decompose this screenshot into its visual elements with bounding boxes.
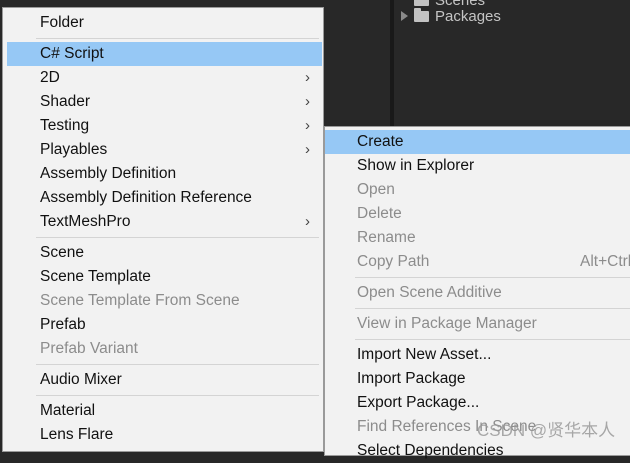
menu-item-assembly-definition-reference[interactable]: Assembly Definition Reference bbox=[7, 186, 322, 210]
menu-item-label: Open Scene Additive bbox=[357, 284, 502, 301]
menu-item-label: Shader bbox=[40, 93, 90, 110]
tree-item-packages[interactable]: Packages bbox=[398, 6, 501, 26]
menu-item-label: Scene Template From Scene bbox=[40, 292, 240, 309]
submenu-arrow-icon: › bbox=[305, 117, 310, 134]
menu-item-rename: Rename bbox=[325, 226, 630, 250]
menu-separator bbox=[36, 38, 319, 39]
tree-item-label: Packages bbox=[435, 7, 501, 25]
menu-item-label: Testing bbox=[40, 117, 90, 134]
menu-item-label: Assembly Definition bbox=[40, 165, 177, 182]
menu-item-audio-mixer[interactable]: Audio Mixer bbox=[7, 368, 322, 392]
menu-separator bbox=[36, 364, 319, 365]
menu-item-export-package[interactable]: Export Package... bbox=[325, 391, 630, 415]
menu-item-label: Prefab Variant bbox=[40, 340, 138, 357]
menu-item-label: Select Dependencies bbox=[357, 442, 504, 459]
menu-item-textmeshpro[interactable]: TextMeshPro › bbox=[7, 210, 322, 234]
menu-item-assembly-definition[interactable]: Assembly Definition bbox=[7, 162, 322, 186]
menu-item-label: Folder bbox=[40, 14, 84, 31]
menu-item-scene-template-from-scene: Scene Template From Scene bbox=[7, 289, 322, 313]
menu-item-playables[interactable]: Playables › bbox=[7, 138, 322, 162]
menu-item-label: Audio Mixer bbox=[40, 371, 122, 388]
menu-item-prefab-variant: Prefab Variant bbox=[7, 337, 322, 361]
menu-item-create[interactable]: Create bbox=[325, 130, 630, 154]
menu-item-label: Copy Path bbox=[357, 253, 430, 270]
menu-separator bbox=[355, 277, 630, 278]
menu-item-label: Open bbox=[357, 181, 395, 198]
submenu-arrow-icon: › bbox=[305, 69, 310, 86]
menu-item-2d[interactable]: 2D › bbox=[7, 66, 322, 90]
create-submenu: Folder C# Script 2D › Shader › Testing › Pl… bbox=[2, 7, 324, 452]
menu-item-label: Import New Asset... bbox=[357, 346, 492, 363]
menu-item-label: C# Script bbox=[40, 45, 104, 62]
project-tree: Scenes Packages bbox=[398, 0, 630, 130]
menu-item-label: Import Package bbox=[357, 370, 466, 387]
menu-item-label: Material bbox=[40, 402, 96, 419]
menu-separator bbox=[36, 237, 319, 238]
menu-item-csharp-script[interactable]: C# Script bbox=[7, 42, 322, 66]
menu-item-folder[interactable]: Folder bbox=[7, 11, 322, 35]
menu-separator bbox=[36, 395, 319, 396]
menu-item-label: View in Package Manager bbox=[357, 315, 537, 332]
menu-item-material[interactable]: Material bbox=[7, 399, 322, 423]
menu-item-open: Open bbox=[325, 178, 630, 202]
asset-context-menu: Create Show in Explorer Open Delete Rena… bbox=[324, 126, 630, 459]
folder-icon bbox=[414, 7, 429, 22]
menu-item-import-package[interactable]: Import Package bbox=[325, 367, 630, 391]
menu-item-label: Create bbox=[357, 133, 404, 150]
menu-item-label: 2D bbox=[40, 69, 60, 86]
menu-item-label: TextMeshPro bbox=[40, 213, 131, 230]
submenu-arrow-icon: › bbox=[305, 141, 310, 158]
expand-arrow-icon[interactable] bbox=[401, 11, 408, 21]
menu-item-label: Delete bbox=[357, 205, 402, 222]
menu-item-select-dependencies[interactable]: Select Dependencies bbox=[325, 439, 630, 463]
menu-separator bbox=[355, 308, 630, 309]
menu-item-label: Export Package... bbox=[357, 394, 480, 411]
menu-item-scene-template[interactable]: Scene Template bbox=[7, 265, 322, 289]
menu-item-show-in-explorer[interactable]: Show in Explorer bbox=[325, 154, 630, 178]
menu-separator bbox=[355, 339, 630, 340]
menu-item-shader[interactable]: Shader › bbox=[7, 90, 322, 114]
submenu-arrow-icon: › bbox=[305, 93, 310, 110]
menu-item-label: Assembly Definition Reference bbox=[40, 189, 252, 206]
menu-item-import-new-asset[interactable]: Import New Asset... bbox=[325, 343, 630, 367]
menu-item-open-scene-additive: Open Scene Additive bbox=[325, 281, 630, 305]
menu-item-label: Lens Flare bbox=[40, 426, 114, 443]
menu-item-scene[interactable]: Scene bbox=[7, 241, 322, 265]
menu-item-label: Scene Template bbox=[40, 268, 151, 285]
panel-divider[interactable] bbox=[390, 0, 394, 130]
watermark: CSDN @贤华本人 bbox=[477, 421, 616, 440]
menu-item-label: Scene bbox=[40, 244, 84, 261]
menu-item-label: Rename bbox=[357, 229, 416, 246]
menu-item-copy-path: Copy Path Alt+Ctrl+C bbox=[325, 250, 630, 274]
menu-item-delete: Delete bbox=[325, 202, 630, 226]
submenu-arrow-icon: › bbox=[305, 213, 310, 230]
menu-item-testing[interactable]: Testing › bbox=[7, 114, 322, 138]
menu-item-label: Show in Explorer bbox=[357, 157, 475, 174]
shortcut-hint: Alt+Ctrl+C bbox=[580, 253, 630, 270]
folder-icon bbox=[414, 0, 429, 6]
menu-item-view-in-package-manager: View in Package Manager bbox=[325, 312, 630, 336]
menu-item-lens-flare[interactable]: Lens Flare bbox=[7, 423, 322, 447]
menu-item-label: Prefab bbox=[40, 316, 86, 333]
menu-item-label: Playables bbox=[40, 141, 108, 158]
menu-item-prefab[interactable]: Prefab bbox=[7, 313, 322, 337]
